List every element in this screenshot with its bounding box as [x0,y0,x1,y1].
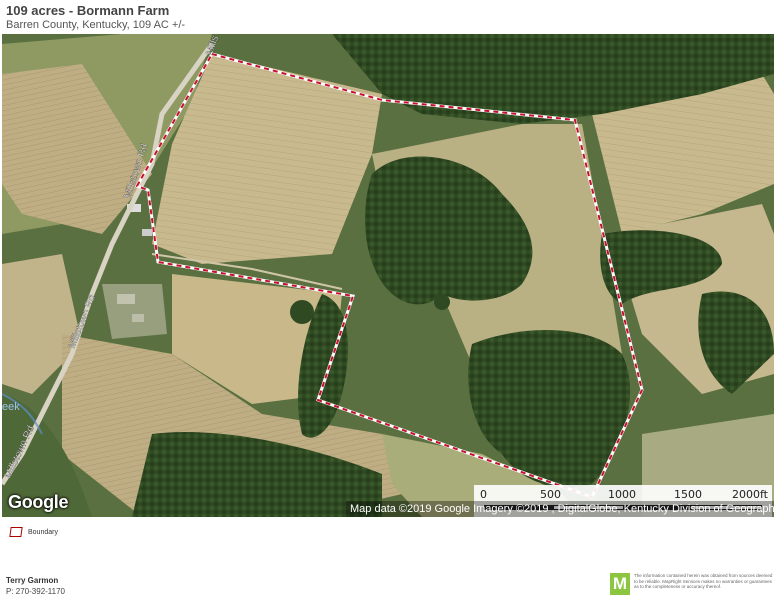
farm-building [142,229,152,236]
scale-label: 1500 [674,488,702,501]
page-subtitle: Barren County, Kentucky, 109 AC +/- [6,19,186,31]
google-logo: Google [8,492,69,512]
mapright-logo: M [610,573,630,595]
agent-name: Terry Garmon [6,576,59,585]
disclaimer-text: The information contained herein was obt… [634,573,773,589]
scale-label: 500 [540,488,561,501]
tree-clump [434,294,450,310]
scale-label: 1000 [608,488,636,501]
legend: Boundary [9,527,58,537]
satellite-map[interactable]: Millstown Rd Millstown Rd Millstown Rd M… [2,34,774,517]
creek-label: eek [2,401,20,413]
tree-clump [290,300,314,324]
legend-label-boundary: Boundary [28,528,58,536]
map-attribution[interactable]: Map data ©2019 Google Imagery ©2019 , Di… [346,501,774,517]
scale-label: 0 [480,488,487,501]
scale-label: 2000ft [732,488,768,501]
agent-phone: P: 270-392-1170 [6,587,66,596]
boundary-polygon-icon [9,527,23,537]
map-imagery: Millstown Rd Millstown Rd Millstown Rd M… [2,34,774,517]
page-title: 109 acres - Bormann Farm [6,3,170,18]
farm-yard [102,284,167,339]
